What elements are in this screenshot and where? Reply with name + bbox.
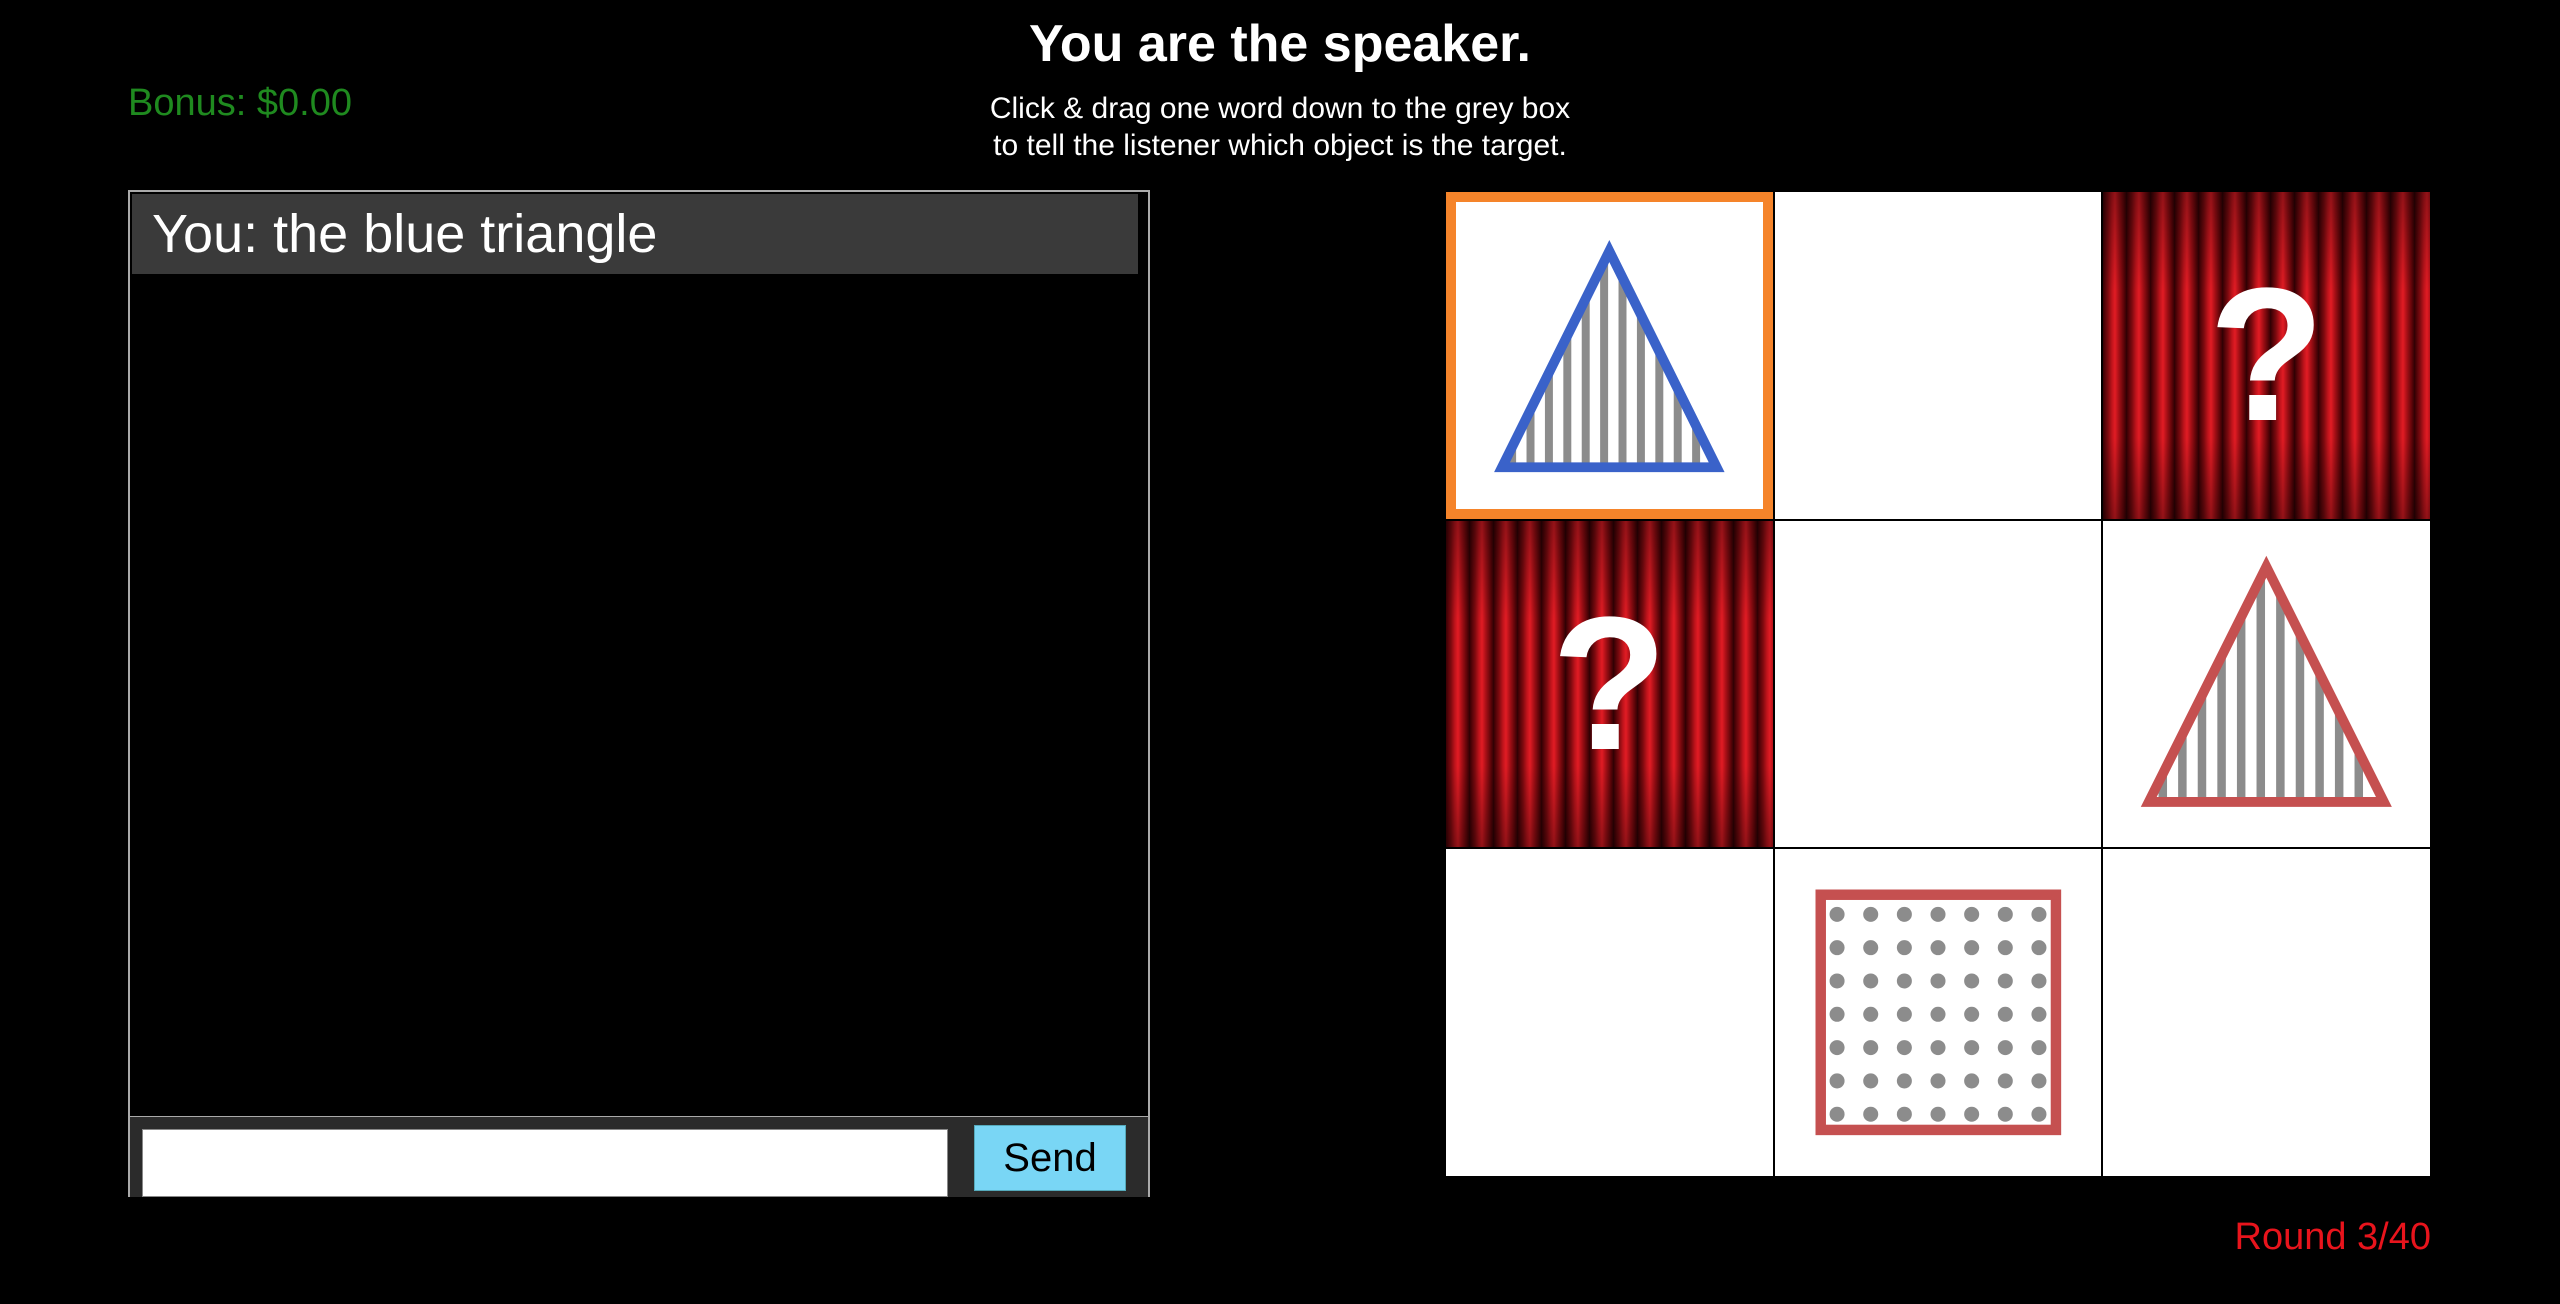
pattern-dot (1862, 1107, 1878, 1123)
grid-cell-empty[interactable] (2103, 849, 2430, 1176)
game-page: You are the speaker. Click & drag one wo… (0, 0, 2560, 1304)
grid-cell-hidden[interactable]: ? (1446, 520, 1773, 848)
pattern-dot (1963, 907, 1979, 923)
pattern-dot (1862, 1040, 1878, 1056)
pattern-dot (1862, 907, 1878, 923)
pattern-dot (1829, 940, 1845, 956)
pattern-dot (1930, 907, 1946, 923)
pattern-dot (1963, 1107, 1979, 1123)
grid-cell-target[interactable] (1446, 192, 1773, 519)
pattern-dot (1930, 973, 1946, 989)
pattern-dot (1963, 1040, 1979, 1056)
bonus-label: Bonus: $0.00 (128, 82, 352, 124)
pattern-dot (1829, 973, 1845, 989)
pattern-dot (1930, 1007, 1946, 1023)
pattern-dot (1829, 907, 1845, 923)
pattern-dot (1930, 1073, 1946, 1089)
pattern-dot (1829, 1107, 1845, 1123)
pattern-dot (1930, 940, 1946, 956)
pattern-dot (1997, 1007, 2013, 1023)
pattern-dot (1997, 973, 2013, 989)
pattern-dot (1896, 1040, 1912, 1056)
pattern-dot (2031, 907, 2047, 923)
page-title: You are the speaker. (1029, 15, 1531, 73)
chat-log[interactable]: You: the blue triangle (128, 190, 1150, 1118)
pattern-dot (1829, 1007, 1845, 1023)
grid-cell-red-square[interactable] (1774, 849, 2102, 1176)
pattern-dot (1862, 1007, 1878, 1023)
pattern-dot (1997, 1073, 2013, 1089)
pattern-dot (1997, 1040, 2013, 1056)
instructions: Click & drag one word down to the grey b… (880, 90, 1680, 164)
pattern-dot (1896, 1107, 1912, 1123)
pattern-dot (2031, 1040, 2047, 1056)
pattern-dot (1930, 1040, 1946, 1056)
pattern-dot (1862, 940, 1878, 956)
pattern-dot (1963, 973, 1979, 989)
red-dotted-square-icon (1815, 889, 2061, 1136)
round-counter: Round 3/40 (2234, 1216, 2432, 1258)
pattern-dot (1930, 1107, 1946, 1123)
red-striped-triangle-icon (2141, 555, 2393, 807)
pattern-dot (1997, 940, 2013, 956)
chat-message: You: the blue triangle (132, 194, 1138, 274)
chat-input[interactable] (142, 1129, 948, 1197)
object-grid: ? ? (1444, 190, 2432, 1178)
pattern-dot (2031, 973, 2047, 989)
grid-cell-empty[interactable] (1446, 849, 1773, 1176)
pattern-dot (1997, 907, 2013, 923)
grid-cell-red-triangle[interactable] (2103, 520, 2430, 848)
pattern-dot (1862, 973, 1878, 989)
question-mark-icon: ? (1551, 577, 1668, 790)
blue-striped-triangle-icon (1494, 240, 1725, 473)
pattern-dot (1896, 973, 1912, 989)
pattern-dot (2031, 1007, 2047, 1023)
pattern-dot (1829, 1073, 1845, 1089)
pattern-dot (1963, 1007, 1979, 1023)
pattern-dot (1997, 1107, 2013, 1123)
pattern-dot (2031, 1073, 2047, 1089)
pattern-dot (1896, 1007, 1912, 1023)
chat-footer: Send (128, 1117, 1150, 1197)
grid-cell-empty[interactable] (1774, 192, 2102, 519)
pattern-dot (1829, 1040, 1845, 1056)
grid-cell-empty[interactable] (1774, 520, 2102, 848)
pattern-dot (1896, 1073, 1912, 1089)
grid-cell-hidden[interactable]: ? (2103, 192, 2430, 519)
send-button[interactable]: Send (974, 1125, 1126, 1191)
instruction-line-2: to tell the listener which object is the… (993, 129, 1567, 162)
pattern-dot (1963, 940, 1979, 956)
pattern-dot (2031, 1107, 2047, 1123)
instruction-line-1: Click & drag one word down to the grey b… (989, 92, 1571, 125)
pattern-dot (1896, 907, 1912, 923)
pattern-dot (1862, 1073, 1878, 1089)
question-mark-icon: ? (2208, 249, 2325, 462)
pattern-dot (2031, 940, 2047, 956)
pattern-dot (1896, 940, 1912, 956)
pattern-dot (1963, 1073, 1979, 1089)
